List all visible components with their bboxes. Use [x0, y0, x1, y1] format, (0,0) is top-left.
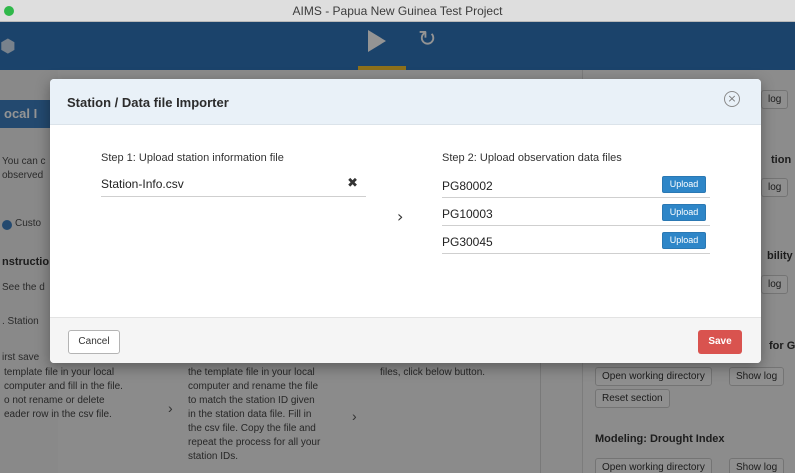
- chevron-right-icon: ›: [397, 207, 404, 226]
- station-id: PG10003: [442, 207, 493, 221]
- upload-button[interactable]: Upload: [662, 176, 706, 193]
- step2-label: Step 2: Upload observation data files: [442, 152, 622, 164]
- importer-dialog: Station / Data file Importer × Step 1: U…: [50, 79, 761, 363]
- observation-file-row: PG10003 Upload: [442, 202, 710, 226]
- close-icon[interactable]: ×: [724, 91, 740, 107]
- step1-label: Step 1: Upload station information file: [101, 152, 284, 164]
- save-button[interactable]: Save: [698, 330, 742, 354]
- dialog-title: Station / Data file Importer: [67, 95, 229, 110]
- station-file-field[interactable]: Station-Info.csv ✖: [101, 176, 366, 197]
- upload-button[interactable]: Upload: [662, 232, 706, 249]
- station-id: PG30045: [442, 235, 493, 249]
- dialog-header: Station / Data file Importer ×: [50, 79, 761, 125]
- cancel-button[interactable]: Cancel: [68, 330, 120, 354]
- station-file-name: Station-Info.csv: [101, 177, 184, 191]
- dialog-footer: Cancel Save: [50, 317, 761, 363]
- observation-file-row: PG80002 Upload: [442, 174, 710, 198]
- station-id: PG80002: [442, 179, 493, 193]
- upload-button[interactable]: Upload: [662, 204, 706, 221]
- clear-file-icon[interactable]: ✖: [347, 176, 358, 191]
- observation-file-row: PG30045 Upload: [442, 230, 710, 254]
- window-title: AIMS - Papua New Guinea Test Project: [292, 4, 503, 18]
- window-titlebar: AIMS - Papua New Guinea Test Project: [0, 0, 795, 22]
